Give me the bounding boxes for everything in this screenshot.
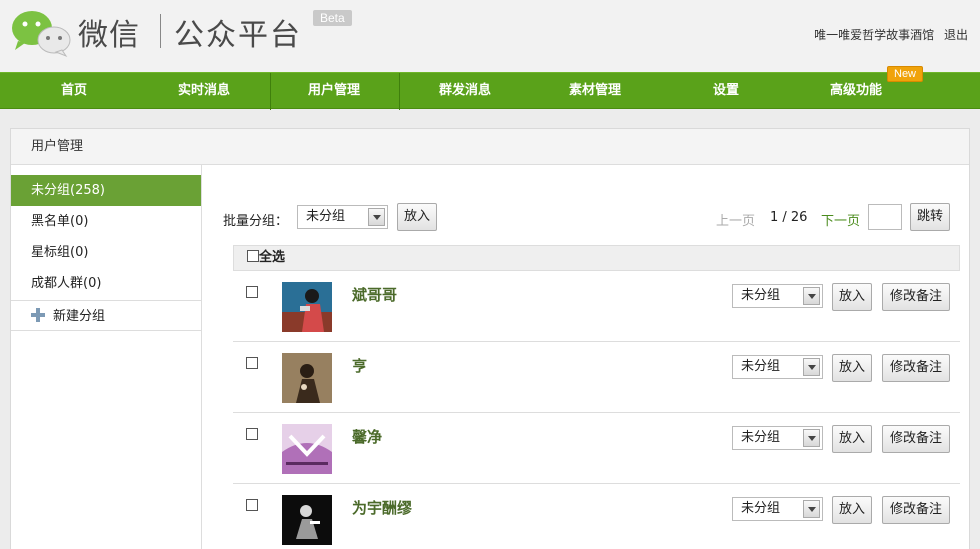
group-sidebar: 未分组(258) 黑名单(0) 星标组(0) 成都人群(0) 新建分组 (11, 165, 202, 549)
user-group-value: 未分组 (741, 288, 781, 303)
edit-note-button[interactable]: 修改备注 (882, 425, 950, 453)
put-button[interactable]: 放入 (832, 283, 872, 311)
prev-page-link[interactable]: 上一页 (716, 210, 755, 229)
user-group-select[interactable]: 未分组 (732, 355, 823, 379)
user-row: 斌哥哥 未分组 放入 修改备注 (233, 271, 960, 342)
user-group-select[interactable]: 未分组 (732, 284, 823, 308)
user-avatar[interactable] (282, 353, 332, 403)
nav-divider (270, 73, 271, 110)
chevron-down-icon (803, 429, 820, 447)
user-group-select[interactable]: 未分组 (732, 497, 823, 521)
select-all-checkbox[interactable] (247, 250, 259, 262)
new-badge: New (887, 66, 924, 82)
logout-link[interactable]: 退出 (944, 28, 968, 42)
beta-badge: Beta (313, 10, 352, 26)
batch-put-button[interactable]: 放入 (397, 203, 437, 231)
next-page-link[interactable]: 下一页 (821, 210, 860, 229)
user-avatar[interactable] (282, 495, 332, 545)
user-checkbox[interactable] (246, 286, 258, 298)
account-name-link[interactable]: 唯一唯爱哲学故事酒馆 (814, 28, 934, 42)
user-name[interactable]: 亨 (352, 355, 367, 376)
nav-divider (399, 73, 400, 110)
user-avatar[interactable] (282, 282, 332, 332)
brand-wechat: 微信 (78, 18, 140, 53)
batch-group-value: 未分组 (306, 209, 346, 224)
user-row: 馨净 未分组 放入 修改备注 (233, 413, 960, 484)
nav-item-materials[interactable]: 素材管理 (539, 73, 651, 110)
nav-item-user-management[interactable]: 用户管理 (278, 73, 390, 110)
page-indicator: 1 / 26 (770, 210, 808, 225)
user-name[interactable]: 斌哥哥 (352, 284, 397, 305)
header: 微信 公众平台 Beta 唯一唯爱哲学故事酒馆 退出 (0, 0, 980, 72)
user-group-value: 未分组 (741, 430, 781, 445)
user-name[interactable]: 馨净 (352, 426, 382, 447)
put-button[interactable]: 放入 (832, 425, 872, 453)
brand-divider (160, 14, 161, 48)
nav-item-mass-message[interactable]: 群发消息 (409, 73, 521, 110)
edit-note-button[interactable]: 修改备注 (882, 496, 950, 524)
user-row: 为宇酬缪 未分组 放入 修改备注 (233, 484, 960, 549)
jump-button[interactable]: 跳转 (910, 203, 950, 231)
group-item-ungrouped[interactable]: 未分组(258) (11, 175, 201, 206)
chevron-down-icon (803, 287, 820, 305)
select-all-bar: 全选 (233, 245, 960, 271)
select-all-label: 全选 (259, 250, 286, 265)
user-checkbox[interactable] (246, 357, 258, 369)
chevron-down-icon (803, 500, 820, 518)
account-area: 唯一唯爱哲学故事酒馆 退出 (808, 26, 968, 43)
nav-item-settings[interactable]: 设置 (670, 73, 782, 110)
user-group-value: 未分组 (741, 501, 781, 516)
add-group-button[interactable]: 新建分组 (11, 300, 201, 331)
nav-item-realtime-messages[interactable]: 实时消息 (148, 73, 260, 110)
chevron-down-icon (803, 358, 820, 376)
user-list-area: 批量分组： 未分组 放入 上一页 1 / 26 下一页 跳转 全选 斌哥哥 未分… (223, 165, 961, 549)
group-item-blacklist[interactable]: 黑名单(0) (11, 206, 201, 237)
brand-platform: 公众平台 (174, 18, 302, 53)
plus-icon (31, 308, 45, 322)
batch-toolbar: 批量分组： 未分组 放入 上一页 1 / 26 下一页 跳转 (223, 203, 961, 233)
user-group-select[interactable]: 未分组 (732, 426, 823, 450)
batch-group-label: 批量分组： (223, 214, 289, 229)
nav-item-home[interactable]: 首页 (18, 73, 130, 110)
page-number-input[interactable] (868, 204, 902, 230)
user-checkbox[interactable] (246, 499, 258, 511)
add-group-label: 新建分组 (53, 309, 106, 324)
user-name[interactable]: 为宇酬缪 (352, 497, 412, 518)
panel-title: 用户管理 (11, 129, 969, 165)
user-avatar[interactable] (282, 424, 332, 474)
chevron-down-icon (368, 208, 385, 226)
batch-group-select[interactable]: 未分组 (297, 205, 388, 229)
user-group-value: 未分组 (741, 359, 781, 374)
user-row: 亨 未分组 放入 修改备注 (233, 342, 960, 413)
put-button[interactable]: 放入 (832, 496, 872, 524)
group-item-starred[interactable]: 星标组(0) (11, 237, 201, 268)
put-button[interactable]: 放入 (832, 354, 872, 382)
user-management-panel: 用户管理 未分组(258) 黑名单(0) 星标组(0) 成都人群(0) 新建分组… (10, 128, 970, 549)
user-checkbox[interactable] (246, 428, 258, 440)
main-nav: 首页 实时消息 用户管理 群发消息 素材管理 设置 高级功能 (0, 72, 980, 110)
group-item-chengdu[interactable]: 成都人群(0) (11, 268, 201, 299)
wechat-logo-icon (12, 11, 71, 58)
edit-note-button[interactable]: 修改备注 (882, 354, 950, 382)
edit-note-button[interactable]: 修改备注 (882, 283, 950, 311)
